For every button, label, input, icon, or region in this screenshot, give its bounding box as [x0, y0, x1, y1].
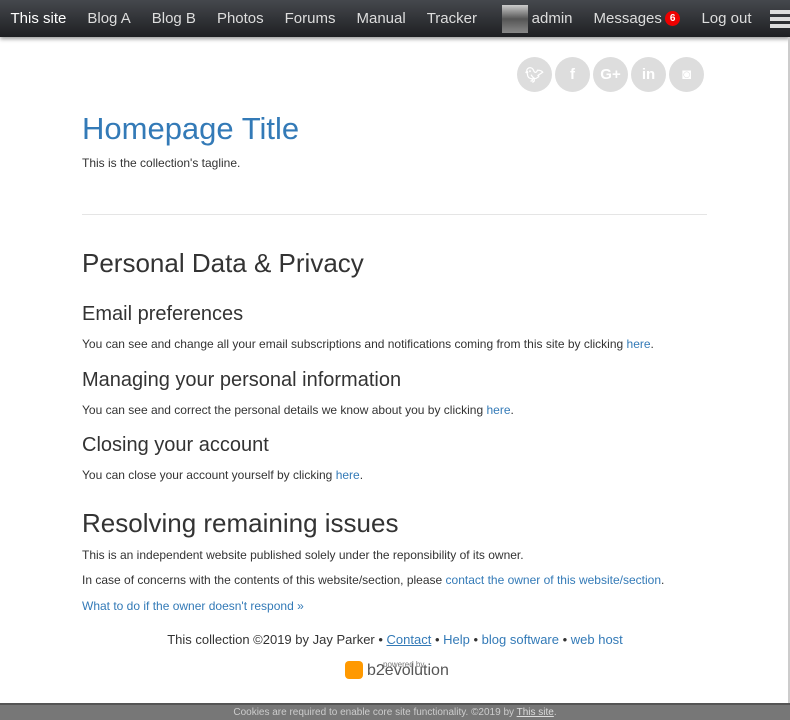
messages-badge: 6	[664, 11, 681, 26]
username: admin	[531, 9, 573, 27]
nav-user[interactable]: admin	[491, 4, 583, 33]
cookie-notice: Cookies are required to enable core site…	[0, 703, 790, 720]
nav-this-site[interactable]: This site	[0, 10, 77, 27]
linkedin-icon[interactable]: in	[631, 57, 666, 92]
manage-heading: Managing your personal information	[82, 369, 402, 391]
cookie-site-link[interactable]: This site	[517, 707, 554, 718]
close-heading: Closing your account	[82, 434, 269, 456]
contact-owner-link[interactable]: contact the owner of this website/sectio…	[446, 573, 661, 587]
tagline: This is the collection's tagline.	[82, 156, 241, 170]
avatar	[501, 4, 528, 33]
b2evolution-logo-icon	[345, 661, 363, 679]
footer-blog-software-link[interactable]: blog software	[482, 632, 559, 647]
nav-manual[interactable]: Manual	[346, 10, 416, 27]
hamburger-menu-icon[interactable]	[770, 7, 790, 31]
top-navbar: This site Blog A Blog B Photos Forums Ma…	[0, 0, 790, 37]
footer-help-link[interactable]: Help	[443, 632, 470, 647]
footer-web-host-link[interactable]: web host	[571, 632, 623, 647]
twitter-icon[interactable]: 🐦︎	[517, 57, 552, 92]
powered-by-text: powered by	[383, 660, 425, 669]
facebook-icon[interactable]: f	[555, 57, 590, 92]
manage-text: You can see and correct the personal det…	[82, 403, 514, 417]
nav-blog-a[interactable]: Blog A	[77, 10, 141, 27]
social-links: 🐦︎ f G+ in ◙	[517, 57, 704, 92]
email-heading: Email preferences	[82, 303, 244, 325]
manage-here-link[interactable]: here	[486, 403, 510, 417]
nav-blog-b[interactable]: Blog B	[141, 10, 206, 27]
nav-photos[interactable]: Photos	[206, 10, 274, 27]
what-to-do-link[interactable]: What to do if the owner doesn't respond …	[82, 599, 304, 613]
footer: This collection ©2019 by Jay Parker • Co…	[167, 632, 623, 647]
powered-by-b2evolution[interactable]: powered by b2evolution	[345, 660, 449, 679]
nav-forums[interactable]: Forums	[274, 10, 346, 27]
nav-messages[interactable]: Messages 6	[583, 10, 691, 27]
email-text: You can see and change all your email su…	[82, 337, 654, 351]
google-plus-icon[interactable]: G+	[593, 57, 628, 92]
messages-label: Messages	[593, 10, 662, 27]
footer-contact-link[interactable]: Contact	[387, 632, 432, 647]
close-here-link[interactable]: here	[336, 468, 360, 482]
page-title[interactable]: Homepage Title	[82, 111, 299, 147]
resolve-heading: Resolving remaining issues	[82, 508, 399, 538]
privacy-heading: Personal Data & Privacy	[82, 248, 364, 278]
resolve-text-2: In case of concerns with the contents of…	[82, 573, 665, 587]
divider	[82, 214, 707, 215]
nav-tracker[interactable]: Tracker	[416, 10, 487, 27]
close-text: You can close your account yourself by c…	[82, 468, 364, 482]
resolve-text-1: This is an independent website published…	[82, 548, 524, 562]
nav-logout[interactable]: Log out	[691, 10, 762, 27]
github-icon[interactable]: ◙	[669, 57, 704, 92]
footer-copyright: This collection ©2019 by Jay Parker	[167, 632, 375, 647]
email-here-link[interactable]: here	[627, 337, 651, 351]
